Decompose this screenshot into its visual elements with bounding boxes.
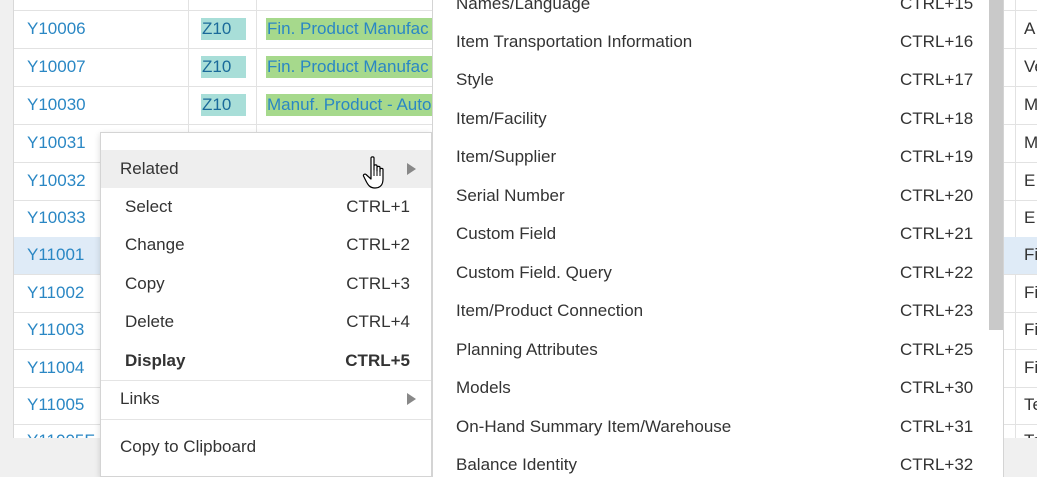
submenu-item-shortcut: CTRL+30 — [900, 378, 974, 397]
submenu-item[interactable]: Style CTRL+17 — [433, 62, 989, 100]
menu-item-copy-to-clipboard[interactable]: Copy to Clipboard — [101, 428, 431, 466]
item-number-cell[interactable]: Y10007 — [27, 57, 86, 77]
submenu-item[interactable]: On-Hand Summary Item/Warehouse CTRL+31 — [433, 409, 989, 447]
item-number-cell[interactable]: Y10031 — [27, 133, 86, 153]
item-description-cell: Fin. Product Manufac — [266, 56, 446, 78]
item-description-cell: Fin. Product Manufac — [266, 18, 446, 40]
related-submenu: Names/Language CTRL+15 Item Transportati… — [432, 0, 1004, 477]
submenu-item-shortcut: CTRL+15 — [900, 0, 974, 13]
submenu-item[interactable]: Item/Facility CTRL+18 — [433, 101, 989, 139]
menu-item-label: Select — [125, 197, 173, 216]
menu-item-delete[interactable]: Delete CTRL+4 — [101, 303, 431, 341]
submenu-item-shortcut: CTRL+32 — [900, 455, 974, 474]
submenu-item[interactable]: Serial Number CTRL+20 — [433, 178, 989, 216]
submenu-item-shortcut: CTRL+16 — [900, 32, 974, 51]
menu-item-label: Change — [125, 235, 185, 254]
item-extra-cell: Te — [1024, 395, 1037, 414]
submenu-item-shortcut: CTRL+20 — [900, 186, 974, 205]
submenu-arrow-icon — [407, 393, 416, 405]
menu-item-shortcut: CTRL+3 — [346, 274, 410, 293]
item-extra-cell: M — [1024, 133, 1037, 152]
item-extra-cell: Fi — [1024, 245, 1037, 264]
submenu-item-label: Names/Language — [456, 0, 591, 13]
submenu-item-shortcut: CTRL+31 — [900, 417, 974, 436]
item-number-cell[interactable]: Y11002 — [27, 283, 84, 303]
submenu-item-label: Item/Facility — [456, 109, 547, 128]
item-number-cell[interactable]: Y10006 — [27, 19, 86, 39]
item-type-cell: Z10 — [201, 56, 246, 78]
menu-item-label: Related — [120, 159, 179, 178]
menu-item-shortcut: CTRL+4 — [346, 312, 410, 331]
item-number-cell[interactable]: Y11005 — [27, 395, 84, 415]
submenu-item-label: Item/Product Connection — [456, 301, 644, 320]
menu-item-shortcut: CTRL+1 — [346, 197, 410, 216]
submenu-item-shortcut: CTRL+25 — [900, 340, 974, 359]
menu-separator — [101, 419, 431, 420]
item-number-cell[interactable]: Y10033 — [27, 208, 86, 228]
menu-item-label: Links — [120, 389, 160, 408]
submenu-item-label: Models — [456, 378, 511, 397]
submenu-item[interactable]: Planning Attributes CTRL+25 — [433, 332, 989, 370]
item-extra-cell: Fi — [1024, 358, 1037, 377]
item-type-cell: Z10 — [201, 18, 246, 40]
submenu-item[interactable]: Names/Language CTRL+15 — [433, 0, 989, 24]
menu-item-copy[interactable]: Copy CTRL+3 — [101, 265, 431, 303]
item-number-cell[interactable]: Y11001 — [27, 245, 84, 265]
item-extra-cell: Fi — [1024, 320, 1037, 339]
item-extra-cell: Ve — [1024, 57, 1037, 76]
menu-item-label: Copy — [125, 274, 165, 293]
submenu-item-label: Item Transportation Information — [456, 32, 693, 51]
submenu-item-label: Style — [456, 70, 494, 89]
item-description-cell: Manuf. Product - Auto — [266, 94, 446, 116]
item-extra-cell: A — [1024, 19, 1036, 38]
submenu-item-label: Item/Supplier — [456, 147, 557, 166]
menu-item-change[interactable]: Change CTRL+2 — [101, 226, 431, 264]
menu-item-shortcut: CTRL+2 — [346, 235, 410, 254]
submenu-item[interactable]: Models CTRL+30 — [433, 370, 989, 408]
submenu-arrow-icon — [407, 163, 416, 175]
menu-item-links[interactable]: Links — [101, 380, 431, 418]
submenu-item-shortcut: CTRL+19 — [900, 147, 974, 166]
submenu-item-shortcut: CTRL+22 — [900, 263, 974, 282]
submenu-item-shortcut: CTRL+23 — [900, 301, 974, 320]
submenu-item-label: On-Hand Summary Item/Warehouse — [456, 417, 732, 436]
item-type-cell: Z10 — [201, 94, 246, 116]
item-extra-cell: Te — [1024, 431, 1037, 438]
item-number-cell[interactable]: Y11005F — [27, 431, 95, 438]
menu-item-shortcut: CTRL+5 — [345, 351, 410, 370]
menu-item-label: Delete — [125, 312, 175, 331]
submenu-item-shortcut: CTRL+17 — [900, 70, 974, 89]
menu-item-select[interactable]: Select CTRL+1 — [101, 188, 431, 226]
submenu-scrollbar-thumb[interactable] — [989, 0, 1003, 330]
hand-pointer-icon — [362, 156, 384, 189]
item-extra-cell: E — [1024, 208, 1036, 227]
submenu-item-shortcut: CTRL+18 — [900, 109, 974, 128]
submenu-item[interactable]: Custom Field CTRL+21 — [433, 216, 989, 254]
item-number-cell[interactable]: Y11003 — [27, 320, 84, 340]
submenu-item[interactable]: Item/Supplier CTRL+19 — [433, 139, 989, 177]
item-extra-cell: Fi — [1024, 283, 1037, 302]
submenu-item-label: Custom Field — [456, 224, 557, 243]
submenu-item[interactable]: Custom Field. Query CTRL+22 — [433, 255, 989, 293]
submenu-item-shortcut: CTRL+21 — [900, 224, 974, 243]
submenu-item-label: Planning Attributes — [456, 340, 598, 359]
item-number-cell[interactable]: Y10032 — [27, 171, 86, 191]
submenu-item[interactable]: Item Transportation Information CTRL+16 — [433, 24, 989, 62]
menu-item-label: Copy to Clipboard — [120, 437, 257, 456]
item-extra-cell: M — [1024, 95, 1037, 114]
menu-item-display[interactable]: Display CTRL+5 — [101, 342, 431, 380]
submenu-item[interactable]: Item/Product Connection CTRL+23 — [433, 293, 989, 331]
submenu-item[interactable]: Balance Identity CTRL+32 — [433, 447, 989, 477]
submenu-item-label: Custom Field. Query — [456, 263, 612, 282]
submenu-item-label: Balance Identity — [456, 455, 577, 474]
item-number-cell[interactable]: Y11004 — [27, 358, 84, 378]
menu-item-label: Display — [125, 351, 186, 370]
submenu-item-label: Serial Number — [456, 186, 565, 205]
item-number-cell[interactable]: Y10030 — [27, 95, 86, 115]
item-extra-cell: E — [1024, 171, 1036, 190]
